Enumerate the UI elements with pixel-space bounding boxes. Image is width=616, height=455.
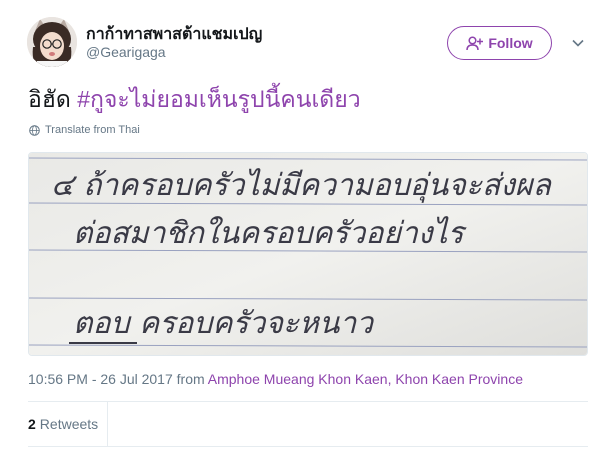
chevron-down-icon[interactable] — [571, 36, 585, 50]
notebook-photo: ๔ ถ้าครอบครัวไม่มีความอบอุ่นจะส่งผล ต่อส… — [29, 153, 587, 355]
tweet-timestamp[interactable]: 10:56 PM - 26 Jul 2017 from — [28, 371, 208, 387]
divider — [28, 401, 588, 402]
hashtag-link[interactable]: #กูจะไม่ยอมเห็นรูปนี้คนเดียว — [77, 86, 360, 112]
follow-button[interactable]: Follow — [447, 26, 552, 60]
retweets-count: 2 — [28, 416, 36, 432]
tweet-photo[interactable]: ๔ ถ้าครอบครัวไม่มีความอบอุ่นจะส่งผล ต่อส… — [28, 152, 588, 356]
follow-button-label: Follow — [488, 35, 533, 51]
handwriting-line-1: ๔ ถ้าครอบครัวไม่มีความอบอุ่นจะส่งผล — [51, 168, 553, 203]
translate-link[interactable]: Translate from Thai — [29, 124, 140, 136]
tweet-text: อิฮัด #กูจะไม่ยอมเห็นรูปนี้คนเดียว — [28, 83, 361, 115]
tweet-meta: 10:56 PM - 26 Jul 2017 from Amphoe Muean… — [28, 371, 523, 387]
divider — [28, 446, 588, 447]
handwriting-line-2: ต่อสมาชิกในครอบครัวอย่างไร — [73, 216, 468, 251]
avatar[interactable] — [27, 17, 77, 67]
translate-label: Translate from Thai — [45, 124, 140, 136]
profile-photo-icon — [27, 17, 77, 67]
handwriting-line-3: ตอบ ครอบครัวจะหนาว — [73, 306, 375, 341]
globe-icon — [29, 124, 40, 136]
tweet-location[interactable]: Amphoe Mueang Khon Kaen, Khon Kaen Provi… — [208, 371, 523, 387]
retweets-stat[interactable]: 2 Retweets — [28, 402, 108, 446]
add-person-icon — [466, 35, 484, 50]
retweets-label: Retweets — [39, 416, 99, 432]
tweet-text-prefix: อิฮัด — [28, 86, 78, 112]
user-handle[interactable]: @Gearigaga — [86, 44, 166, 60]
